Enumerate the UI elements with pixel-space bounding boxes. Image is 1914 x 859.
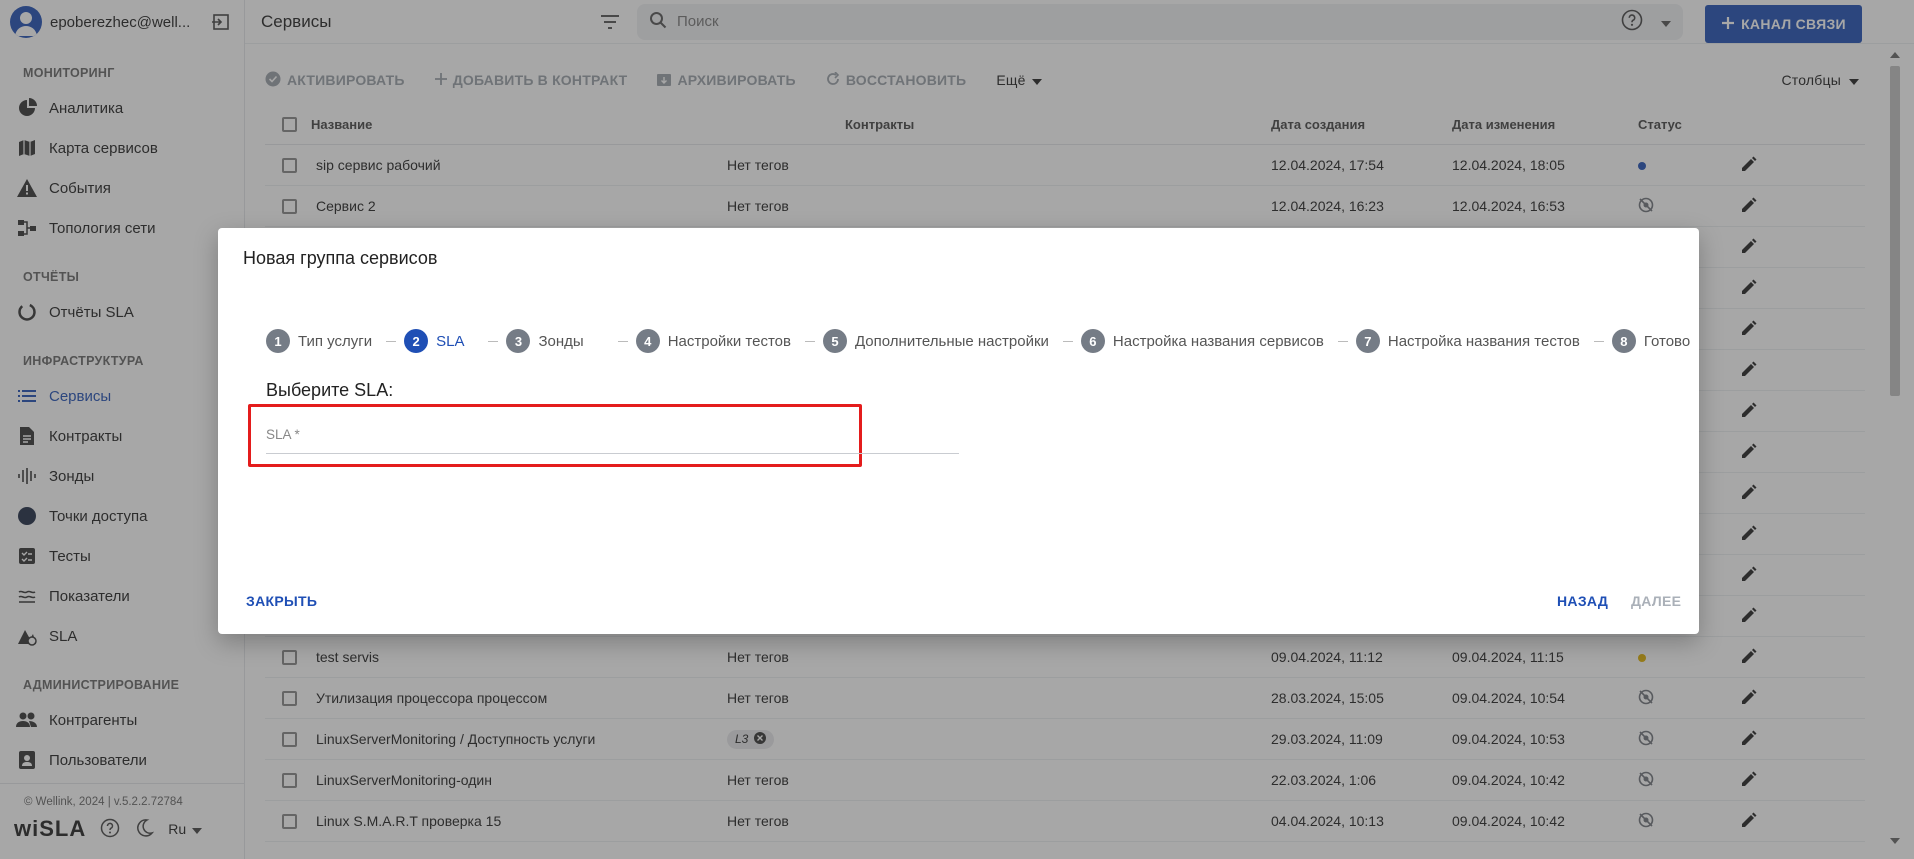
step-number: 2 <box>404 329 429 353</box>
back-button[interactable]: НАЗАД <box>1557 593 1608 609</box>
step-divider <box>488 340 499 342</box>
step-number: 4 <box>635 329 660 353</box>
wizard-step-2[interactable]: 2 SLA <box>404 329 464 353</box>
next-button[interactable]: ДАЛЕЕ <box>1631 593 1681 609</box>
step-label: Тип услуги <box>298 332 373 350</box>
step-label: Готово <box>1643 332 1691 350</box>
step-label: Настройки тестов <box>667 332 791 350</box>
new-service-group-dialog: Новая группа сервисов 1 Тип услуги 2 SLA 3 Зо… <box>218 228 1699 634</box>
step-number: 3 <box>506 329 531 353</box>
wizard-step-5[interactable]: 5 Дополнительные настройки <box>822 329 1049 353</box>
wizard-step-8[interactable]: 8 Готово <box>1611 329 1691 353</box>
wizard-step-1[interactable]: 1 Тип услуги <box>266 329 372 353</box>
step-divider <box>1337 340 1348 342</box>
wizard-step-7[interactable]: 7 Настройка названия тестов <box>1355 329 1580 353</box>
step-number: 5 <box>822 329 847 353</box>
close-button[interactable]: ЗАКРЫТЬ <box>246 593 317 609</box>
step-divider <box>386 340 397 342</box>
step-label: Настройка названия сервисов <box>1112 332 1324 350</box>
step-number: 1 <box>266 329 290 353</box>
step-divider <box>1593 340 1604 342</box>
sla-select-field[interactable]: SLA * <box>266 424 959 454</box>
step-number: 6 <box>1080 329 1105 353</box>
step-label: Зонды <box>538 332 584 350</box>
step-divider <box>804 340 815 342</box>
wizard-step-3[interactable]: 3 Зонды <box>506 329 584 353</box>
step-label: Настройка названия тестов <box>1387 332 1580 350</box>
select-sla-label: Выберите SLA: <box>266 380 394 400</box>
wizard-step-4[interactable]: 4 Настройки тестов <box>635 329 791 353</box>
step-label: SLA <box>436 332 465 350</box>
wizard-stepper: 1 Тип услуги 2 SLA 3 Зонды 4 Настройки тестов 5 Д… <box>266 329 1690 353</box>
dialog-title: Новая группа сервисов <box>243 248 438 268</box>
step-divider <box>1062 340 1073 342</box>
sla-field-placeholder: SLA * <box>266 427 300 442</box>
step-label: Дополнительные настройки <box>854 332 1049 350</box>
step-divider <box>617 340 628 342</box>
step-number: 8 <box>1611 329 1636 353</box>
wizard-step-6[interactable]: 6 Настройка названия сервисов <box>1080 329 1324 353</box>
step-number: 7 <box>1355 329 1380 353</box>
